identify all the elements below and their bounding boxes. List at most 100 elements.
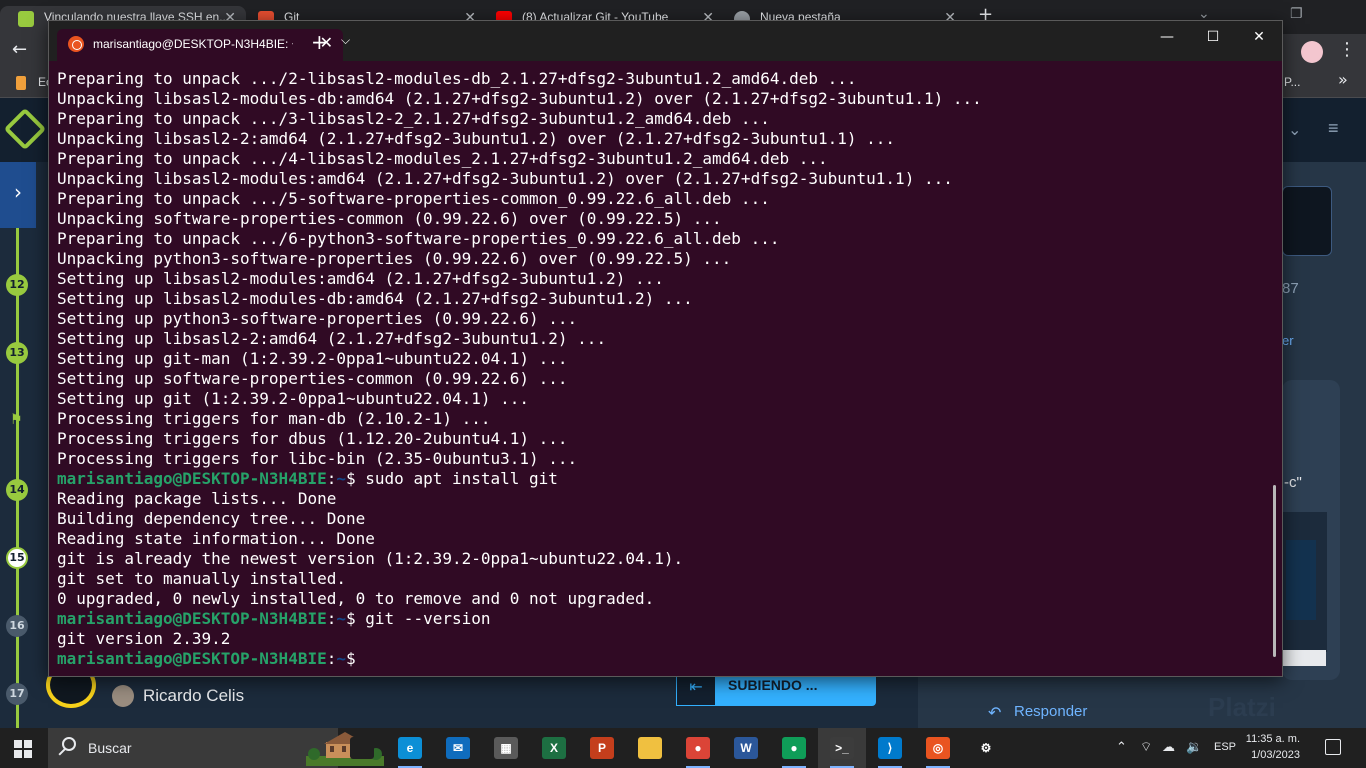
taskbar-app-word[interactable]: W [722, 728, 770, 768]
word-icon: W [734, 737, 758, 759]
sidebar-toggle-button[interactable]: › [0, 162, 36, 228]
prompt-path: ~ [336, 469, 346, 488]
prompt-separator: : [326, 609, 337, 628]
taskbar-app-calculator[interactable]: ▦ [482, 728, 530, 768]
taskbar-app-mail[interactable]: ✉ [434, 728, 482, 768]
taskbar-app-file-explorer[interactable] [626, 728, 674, 768]
taskbar-app-excel[interactable]: X [530, 728, 578, 768]
terminal-output-line: git version 2.39.2 [57, 629, 231, 648]
taskbar-app-chrome-profile[interactable]: ● [770, 728, 818, 768]
edge-icon: e [398, 737, 422, 759]
back-arrow-icon[interactable]: ← [12, 39, 27, 60]
windows-start-icon[interactable] [14, 740, 32, 758]
language-indicator[interactable]: ESP [1214, 741, 1236, 753]
next-class-label: SUBIENDO ... [728, 677, 818, 693]
terminal-output-line: Preparing to unpack .../3-libsasl2-2_2.1… [57, 109, 770, 128]
chevron-up-icon[interactable]: ⌃ [1116, 739, 1127, 755]
terminal-output-line: Setting up libsasl2-2:amd64 (2.1.27+dfsg… [57, 329, 607, 348]
profile-avatar[interactable] [1301, 41, 1323, 63]
clock-date: 1/03/2023 [1251, 749, 1300, 761]
hamburger-menu-icon[interactable]: ≡ [1328, 118, 1339, 139]
prompt-separator: : [326, 649, 337, 668]
taskbar-clock[interactable]: 11:35 a. m. 1/03/2023 [1244, 731, 1300, 763]
clock-time: 11:35 a. m. [1245, 733, 1300, 745]
terminal-prompt-line: marisantiago@DESKTOP-N3H4BIE:~$ [57, 649, 1272, 669]
network-icon[interactable]: ⌔ [1140, 739, 1152, 755]
settings-icon: ⚙ [974, 737, 998, 759]
timeline-class-13[interactable]: 13 [6, 342, 28, 364]
platzi-logo[interactable] [3, 107, 47, 151]
terminal-output-line: Preparing to unpack .../6-python3-softwa… [57, 229, 780, 248]
search-icon [62, 737, 76, 751]
terminal-scrollbar[interactable] [1273, 485, 1276, 657]
chevron-down-icon[interactable]: ⌵ [341, 33, 350, 48]
close-window-button[interactable]: ✕ [1239, 29, 1279, 51]
terminal-output-line: Unpacking software-properties-common (0.… [57, 209, 722, 228]
powerpoint-icon: P [590, 737, 614, 759]
code-scrollbar[interactable] [1282, 650, 1326, 666]
prompt-path: ~ [336, 649, 346, 668]
taskbar-search-box[interactable]: Buscar [48, 728, 384, 768]
taskbar-app-edge[interactable]: e [386, 728, 434, 768]
chevron-down-icon[interactable]: ⌄ [1288, 120, 1301, 140]
terminal-output-line: git is already the newest version (1:2.3… [57, 549, 684, 568]
teacher-name[interactable]: Ricardo Celis [143, 686, 244, 706]
terminal-output-line: Building dependency tree... Done [57, 509, 366, 528]
kebab-menu-icon[interactable]: ⋮ [1338, 39, 1356, 60]
taskbar-search-label: Buscar [88, 740, 132, 756]
mail-icon: ✉ [446, 737, 470, 759]
command-text: git --version [355, 609, 491, 628]
reply-icon[interactable]: ↶ [988, 703, 1001, 722]
timeline-class-14[interactable]: 14 [6, 479, 28, 501]
terminal-output-line: Processing triggers for man-db (2.10.2-1… [57, 409, 491, 428]
bookmarks-chevron-icon[interactable]: » [1338, 70, 1348, 89]
terminal-tab-title: marisantiago@DESKTOP-N3H4BIE: ~ [93, 37, 293, 51]
timeline-class-12[interactable]: 12 [6, 274, 28, 296]
terminal-output[interactable]: Preparing to unpack .../2-libsasl2-modul… [57, 69, 1272, 669]
cloud-icon[interactable]: ☁ [1162, 739, 1175, 755]
notification-icon[interactable] [1325, 739, 1341, 755]
terminal-output-line: Unpacking python3-software-properties (0… [57, 249, 732, 268]
timeline-class-15-current[interactable]: 15 [6, 547, 28, 569]
terminal-tab[interactable]: marisantiago@DESKTOP-N3H4BIE: ~ ✕ [57, 29, 343, 61]
ubuntu-icon [68, 36, 84, 52]
terminal-output-line: Reading package lists... Done [57, 489, 337, 508]
terminal-output-line: Setting up python3-software-properties (… [57, 309, 578, 328]
maximize-button[interactable]: ☐ [1193, 29, 1233, 51]
terminal-output-line: Processing triggers for dbus (1.12.20-2u… [57, 429, 568, 448]
taskbar-app-ubuntu[interactable]: ◎ [914, 728, 962, 768]
comments-fragment[interactable]: er [1282, 333, 1294, 348]
taskbar-app-settings[interactable]: ⚙ [962, 728, 1010, 768]
timeline-class-17[interactable]: 17 [6, 683, 28, 705]
terminal-output-line: Setting up git (1:2.39.2-0ppa1~ubuntu22.… [57, 389, 530, 408]
prompt-user: marisantiago@DESKTOP-N3H4BIE [57, 609, 327, 628]
prompt-symbol: $ [346, 649, 356, 668]
taskbar-app-task-view[interactable] [338, 728, 386, 768]
volume-icon[interactable]: 🔉 [1186, 739, 1202, 755]
comments-fragment: -c" [1284, 474, 1302, 491]
terminal-output-line: Unpacking libsasl2-modules:amd64 (2.1.27… [57, 169, 953, 188]
terminal-window[interactable]: marisantiago@DESKTOP-N3H4BIE: ~ ✕ + ⌵ — … [48, 20, 1283, 677]
command-text: sudo apt install git [355, 469, 558, 488]
ubuntu-icon: ◎ [926, 737, 950, 759]
terminal-titlebar[interactable]: marisantiago@DESKTOP-N3H4BIE: ~ ✕ + ⌵ — … [49, 21, 1282, 61]
terminal-output-line: Reading state information... Done [57, 529, 375, 548]
reply-button[interactable]: Responder [1014, 703, 1087, 720]
taskbar-app-powerpoint[interactable]: P [578, 728, 626, 768]
new-tab-button[interactable]: + [311, 32, 328, 52]
terminal-icon: >_ [830, 737, 854, 759]
taskbar-app-terminal[interactable]: >_ [818, 728, 866, 768]
platzi-favicon-icon [18, 11, 34, 27]
terminal-output-line: Processing triggers for libc-bin (2.35-0… [57, 449, 578, 468]
bookmark-label-right[interactable]: P... [1284, 75, 1300, 89]
prompt-user: marisantiago@DESKTOP-N3H4BIE [57, 649, 327, 668]
terminal-output-line: Setting up git-man (1:2.39.2-0ppa1~ubunt… [57, 349, 568, 368]
timeline-class-16[interactable]: 16 [6, 615, 28, 637]
chrome-icon: ● [686, 737, 710, 759]
windows-taskbar: Buscar e ✉ ▦ X P ● W ● >_ ⟩ ◎ ⚙ ⌃ ⌔ ☁ 🔉 ESP 11:35 a… [0, 728, 1366, 768]
terminal-output-line: Setting up libsasl2-modules:amd64 (2.1.2… [57, 269, 664, 288]
taskbar-app-vscode[interactable]: ⟩ [866, 728, 914, 768]
restore-icon[interactable]: ❐ [1290, 6, 1303, 22]
minimize-button[interactable]: — [1147, 29, 1187, 51]
taskbar-app-chrome[interactable]: ● [674, 728, 722, 768]
